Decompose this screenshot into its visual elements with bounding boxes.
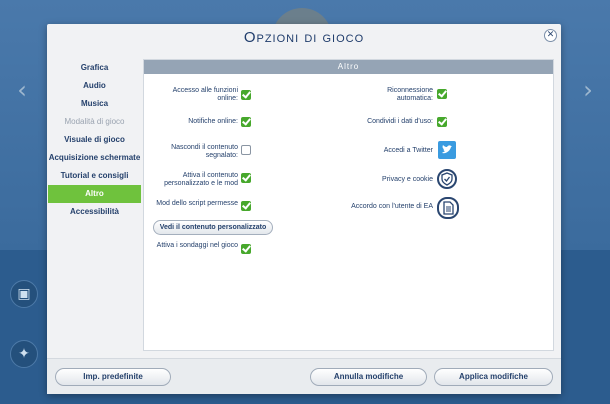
- prev-arrow-icon[interactable]: ‹: [12, 78, 32, 102]
- view-custom-content-button[interactable]: Vedi il contenuto personalizzato: [153, 220, 273, 235]
- cancel-changes-button[interactable]: Annulla modifiche: [310, 368, 427, 386]
- checkbox-hide-reported[interactable]: [241, 145, 251, 155]
- checkbox-online-access[interactable]: [241, 90, 251, 100]
- option-label-share-usage-data: Condividi i dati d'uso:: [367, 118, 433, 125]
- checkbox-online-notifications[interactable]: [241, 117, 251, 127]
- sidebar-item-graphics[interactable]: Grafica: [48, 59, 141, 77]
- options-sidebar: Grafica Audio Musica Modalità di gioco V…: [48, 59, 141, 221]
- campfire-icon[interactable]: ✦: [10, 340, 38, 368]
- privacy-link-label: Privacy e cookie: [382, 176, 433, 183]
- option-label-surveys: Attiva i sondaggi nel gioco: [156, 242, 238, 249]
- twitter-link-label: Accedi a Twitter: [383, 147, 433, 154]
- twitter-icon[interactable]: [438, 141, 456, 159]
- checkbox-share-usage-data[interactable]: [437, 117, 447, 127]
- checkbox-auto-reconnect[interactable]: [437, 89, 447, 99]
- option-label-online-notifications: Notifiche online:: [188, 118, 238, 125]
- briefcase-icon[interactable]: ▣: [10, 280, 38, 308]
- ea-agreement-link-label: Accordo con l'utente di EA: [351, 203, 433, 210]
- option-label-online-access: Accesso alle funzioni online:: [172, 87, 238, 102]
- option-label-hide-reported: Nascondi il contenuto segnalato:: [171, 144, 238, 159]
- sidebar-item-other[interactable]: Altro: [48, 185, 141, 203]
- restore-defaults-button[interactable]: Imp. predefinite: [55, 368, 171, 386]
- sidebar-item-accessibility[interactable]: Accessibilità: [48, 203, 141, 221]
- options-panel: Altro Accesso alle funzioni online: Noti…: [143, 59, 554, 351]
- panel-header: Altro: [144, 60, 553, 74]
- sidebar-item-gameplay: Modalità di gioco: [64, 117, 125, 126]
- sidebar-item-music[interactable]: Musica: [48, 95, 141, 113]
- sidebar-item-screenshots[interactable]: Acquisizione schermate: [48, 149, 141, 167]
- document-icon[interactable]: [437, 197, 459, 219]
- option-label-auto-reconnect: Riconnessione automatica:: [387, 87, 433, 102]
- checkbox-script-mods[interactable]: [241, 201, 251, 211]
- close-icon[interactable]: ✕: [544, 29, 557, 42]
- game-options-dialog: Opzioni di gioco ✕ Grafica Audio Musica …: [47, 24, 561, 394]
- checkbox-custom-content[interactable]: [241, 173, 251, 183]
- dialog-title: Opzioni di gioco: [243, 29, 365, 46]
- option-label-script-mods: Mod dello script permesse: [156, 200, 238, 207]
- sidebar-item-tutorials[interactable]: Tutorial e consigli: [48, 167, 141, 185]
- apply-changes-button[interactable]: Applica modifiche: [434, 368, 553, 386]
- checkbox-surveys[interactable]: [241, 244, 251, 254]
- sidebar-item-audio[interactable]: Audio: [48, 77, 141, 95]
- sidebar-item-camera[interactable]: Visuale di gioco: [48, 131, 141, 149]
- privacy-shield-icon[interactable]: [437, 169, 457, 189]
- next-arrow-icon[interactable]: ›: [578, 78, 598, 102]
- option-label-custom-content: Attiva il contenuto personalizzato e le …: [164, 172, 238, 187]
